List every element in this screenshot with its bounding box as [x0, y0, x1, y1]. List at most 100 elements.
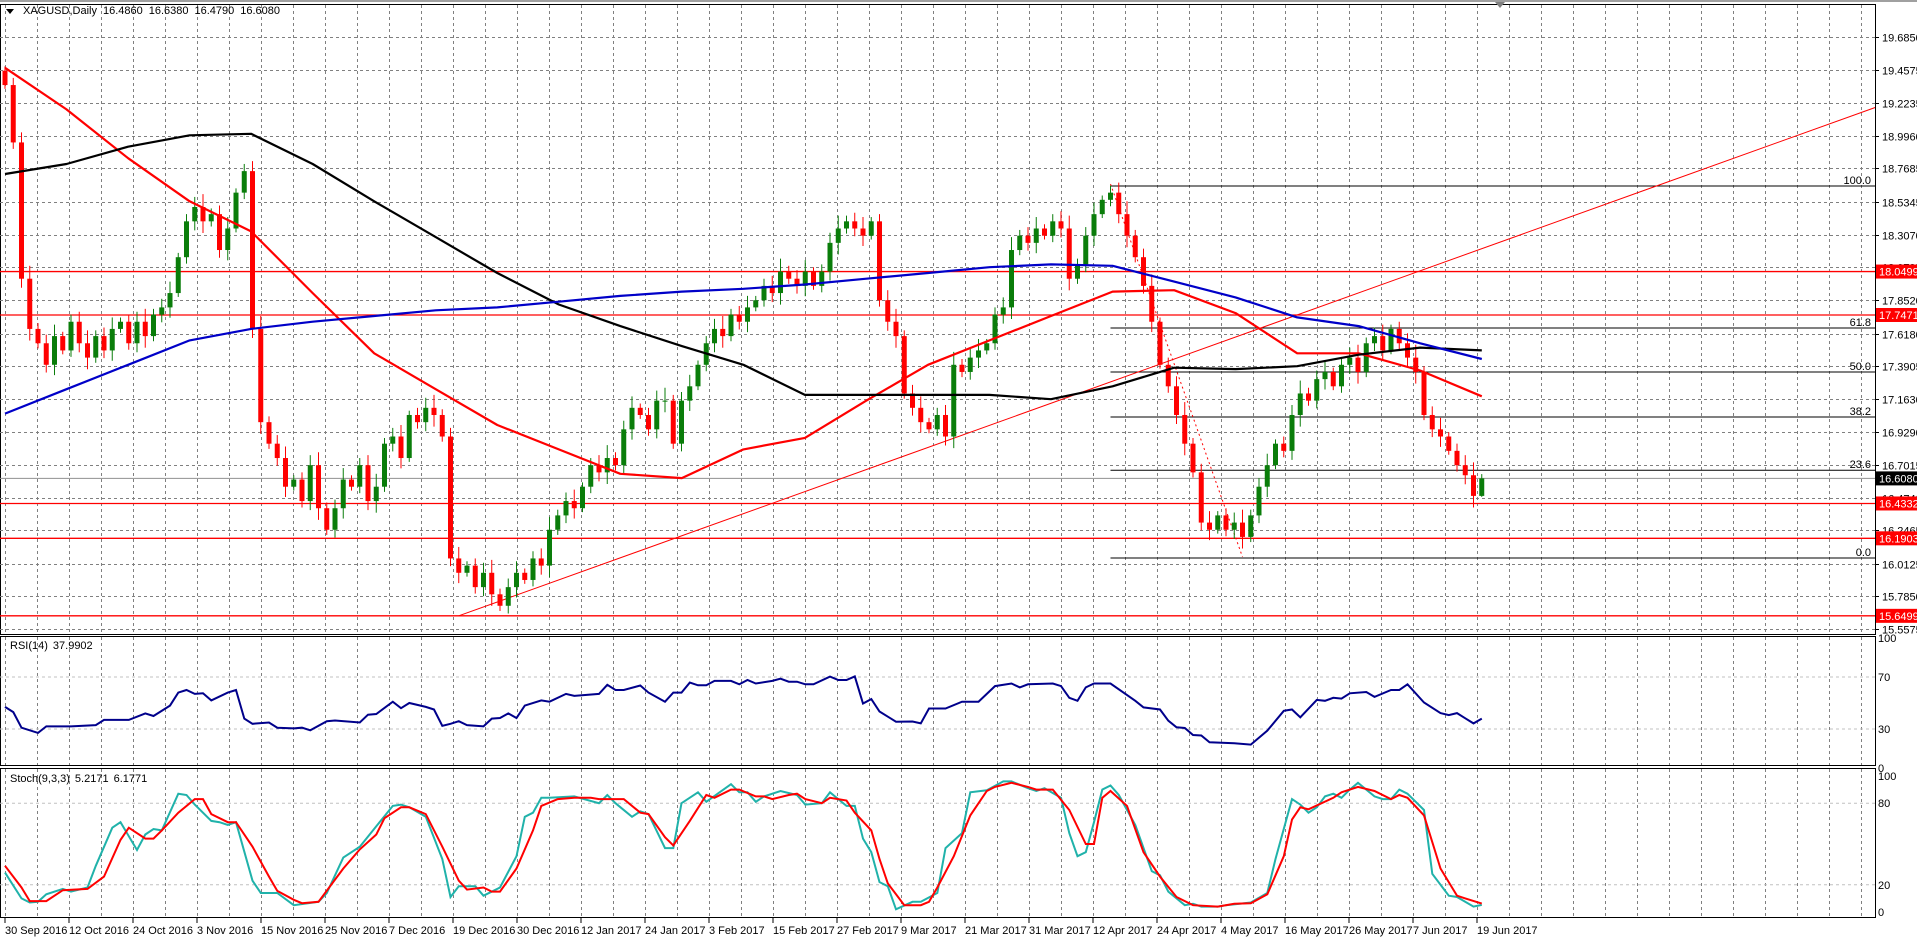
- candle[interactable]: [860, 217, 866, 247]
- candle[interactable]: [1223, 508, 1229, 537]
- candle[interactable]: [934, 407, 940, 436]
- candle[interactable]: [1297, 380, 1303, 427]
- candle[interactable]: [406, 410, 412, 462]
- candle[interactable]: [1355, 344, 1361, 384]
- candle[interactable]: [274, 435, 280, 466]
- candle[interactable]: [654, 390, 660, 439]
- candle[interactable]: [967, 349, 973, 380]
- candle[interactable]: [811, 267, 816, 290]
- candle[interactable]: [1058, 211, 1064, 238]
- candle[interactable]: [456, 546, 462, 584]
- candle[interactable]: [93, 330, 99, 363]
- candle[interactable]: [1248, 509, 1254, 543]
- candle[interactable]: [1198, 463, 1204, 531]
- candle[interactable]: [398, 425, 404, 469]
- candle[interactable]: [1042, 224, 1047, 240]
- candle[interactable]: [505, 578, 511, 614]
- candle[interactable]: [629, 396, 635, 440]
- candle[interactable]: [547, 516, 552, 578]
- candle[interactable]: [10, 77, 16, 149]
- candle[interactable]: [291, 475, 297, 491]
- price-chart[interactable]: 19.6850 19.4575 19.2235 18.9960 18.7685 18.53…: [0, 0, 1917, 939]
- candle[interactable]: [753, 295, 759, 312]
- candle[interactable]: [852, 212, 858, 237]
- candle[interactable]: [769, 275, 775, 303]
- candle[interactable]: [571, 489, 577, 519]
- candle[interactable]: [901, 330, 907, 399]
- candle[interactable]: [802, 260, 808, 297]
- candle[interactable]: [596, 455, 602, 482]
- candle[interactable]: [580, 482, 585, 513]
- candle[interactable]: [19, 132, 24, 288]
- candle[interactable]: [373, 473, 379, 513]
- candle[interactable]: [1339, 357, 1344, 393]
- candle[interactable]: [1091, 202, 1097, 247]
- candle[interactable]: [679, 392, 684, 452]
- candle[interactable]: [1207, 511, 1212, 541]
- candle[interactable]: [134, 311, 140, 353]
- candle[interactable]: [563, 492, 569, 524]
- candle[interactable]: [1132, 229, 1138, 263]
- candle[interactable]: [1438, 417, 1443, 447]
- candle[interactable]: [1108, 185, 1113, 207]
- candle[interactable]: [1314, 370, 1320, 409]
- candle[interactable]: [786, 265, 792, 284]
- dropdown-triangle-icon[interactable]: [6, 8, 14, 14]
- candle[interactable]: [951, 351, 957, 449]
- candle[interactable]: [415, 407, 420, 429]
- candle[interactable]: [745, 295, 750, 333]
- candle[interactable]: [316, 452, 321, 520]
- candle[interactable]: [101, 327, 107, 359]
- candle[interactable]: [1363, 337, 1369, 378]
- candle[interactable]: [35, 323, 41, 349]
- candle[interactable]: [835, 215, 841, 255]
- candle[interactable]: [184, 214, 189, 264]
- candle[interactable]: [200, 194, 206, 233]
- candle[interactable]: [266, 416, 272, 449]
- candle[interactable]: [538, 548, 544, 575]
- candle[interactable]: [943, 404, 948, 446]
- candle[interactable]: [217, 205, 222, 258]
- candle[interactable]: [27, 265, 33, 341]
- candle[interactable]: [670, 394, 676, 449]
- candle[interactable]: [60, 331, 66, 355]
- candle[interactable]: [637, 403, 643, 419]
- candle[interactable]: [1075, 258, 1080, 284]
- candle[interactable]: [819, 264, 825, 293]
- candle[interactable]: [365, 455, 371, 511]
- candle[interactable]: [1116, 182, 1122, 224]
- candle[interactable]: [489, 559, 495, 606]
- candle[interactable]: [1190, 437, 1196, 478]
- candle[interactable]: [1396, 321, 1402, 350]
- candle[interactable]: [868, 217, 874, 240]
- candle[interactable]: [349, 475, 354, 491]
- candle[interactable]: [472, 558, 478, 594]
- candle[interactable]: [877, 214, 882, 307]
- candle[interactable]: [778, 258, 783, 305]
- candle[interactable]: [1330, 367, 1336, 391]
- candle[interactable]: [439, 409, 445, 442]
- candle[interactable]: [1000, 297, 1006, 324]
- dotted-trendline[interactable]: [1110, 183, 1243, 558]
- candle[interactable]: [885, 290, 891, 331]
- candle[interactable]: [522, 568, 528, 584]
- candle[interactable]: [910, 384, 915, 416]
- candle[interactable]: [530, 551, 536, 587]
- candle[interactable]: [1471, 462, 1476, 508]
- candle[interactable]: [712, 318, 717, 353]
- candle[interactable]: [761, 278, 767, 307]
- candle[interactable]: [283, 446, 288, 498]
- candle[interactable]: [1165, 357, 1171, 393]
- candle[interactable]: [1017, 229, 1023, 256]
- candle[interactable]: [1446, 432, 1452, 455]
- candle[interactable]: [481, 562, 486, 597]
- candle[interactable]: [126, 314, 132, 350]
- candle[interactable]: [299, 472, 305, 508]
- candle[interactable]: [340, 468, 346, 519]
- candle[interactable]: [109, 317, 115, 361]
- candle[interactable]: [118, 317, 123, 333]
- candle[interactable]: [1066, 215, 1072, 291]
- candle[interactable]: [1050, 214, 1056, 243]
- candle[interactable]: [1454, 443, 1460, 472]
- candle[interactable]: [794, 270, 800, 294]
